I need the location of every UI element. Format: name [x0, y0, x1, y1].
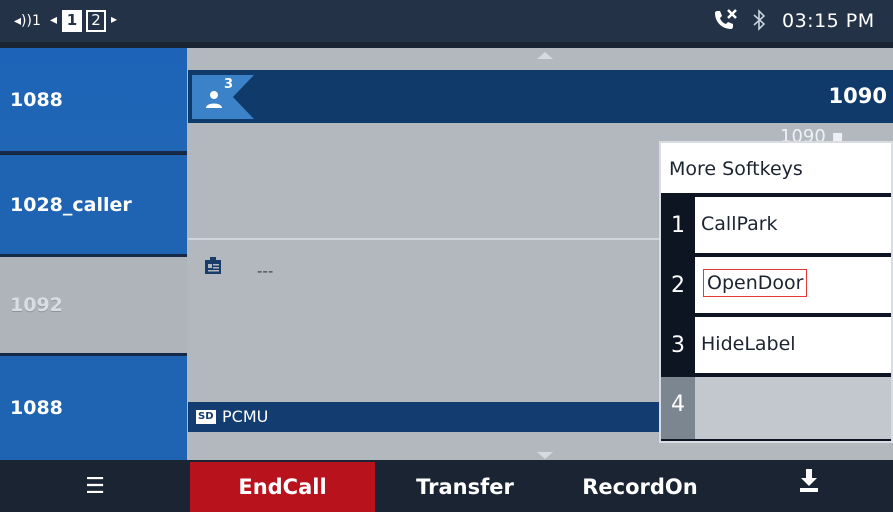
menu-button[interactable]: ☰: [0, 462, 190, 512]
more-softkeys-button[interactable]: [725, 462, 893, 512]
bluetooth-icon: [752, 9, 766, 36]
page-next-arrow[interactable]: ▸: [111, 12, 117, 26]
scroll-up-arrow-icon[interactable]: [537, 52, 553, 59]
end-call-button[interactable]: EndCall: [190, 462, 375, 512]
menu-item-number: 3: [661, 317, 695, 375]
line-key-divider: [0, 151, 187, 154]
menu-item-empty[interactable]: 4: [661, 377, 891, 439]
menu-icon: ☰: [85, 474, 105, 499]
line-key-label: 1088: [10, 88, 63, 111]
record-on-button[interactable]: RecordOn: [555, 462, 725, 512]
line-key-4[interactable]: 1088: [0, 356, 187, 460]
contact-bar: [188, 70, 893, 123]
line-key-2[interactable]: 1028_caller: [0, 155, 187, 255]
download-icon: [797, 469, 821, 501]
menu-item-hidelabel[interactable]: 3 HideLabel: [661, 317, 891, 375]
contact-number: 1090: [828, 84, 887, 108]
menu-item-number: 1: [661, 197, 695, 255]
conference-count: 3: [224, 77, 234, 92]
menu-item-number: 4: [661, 377, 695, 439]
menu-item-label: CallPark: [701, 213, 778, 235]
clock: 03:15 PM: [782, 10, 875, 32]
menu-item-callpark[interactable]: 1 CallPark: [661, 197, 891, 255]
menu-item-number: 2: [661, 257, 695, 315]
line-key-label: 1028_caller: [10, 194, 132, 216]
call-forward-icon: [713, 8, 739, 37]
volume-indicator: ◂))1: [14, 13, 41, 29]
contact-card-icon: [203, 256, 223, 281]
softkey-bar: ☰ EndCall Transfer RecordOn: [0, 462, 893, 512]
menu-item-label: OpenDoor: [703, 269, 808, 297]
more-softkeys-menu: More Softkeys 1 CallPark 2 OpenDoor 3 Hi…: [659, 141, 893, 443]
page-indicator-2[interactable]: 2: [86, 10, 106, 32]
menu-item-opendoor[interactable]: 2 OpenDoor: [661, 257, 891, 315]
more-softkeys-title: More Softkeys: [661, 143, 891, 195]
menu-item-label: HideLabel: [701, 333, 796, 355]
line-key-label: 1088: [10, 397, 63, 419]
page-prev-arrow[interactable]: ◂: [50, 12, 57, 28]
line-key-label: 1092: [10, 294, 63, 316]
codec-badge: SD: [196, 410, 216, 424]
contact-info-text: ---: [257, 262, 274, 280]
status-bar: ◂))1 ◂ 1 2 ▸ 03:15 PM: [0, 0, 893, 42]
person-icon: [204, 89, 224, 114]
codec-bar: SD PCMU: [188, 402, 668, 432]
transfer-button[interactable]: Transfer: [375, 462, 555, 512]
page-indicator-1[interactable]: 1: [62, 10, 82, 32]
codec-label: PCMU: [222, 407, 269, 426]
line-key-3[interactable]: 1092: [0, 257, 187, 353]
scroll-down-arrow-icon[interactable]: [537, 452, 553, 459]
line-key-1[interactable]: 1088: [0, 48, 187, 151]
